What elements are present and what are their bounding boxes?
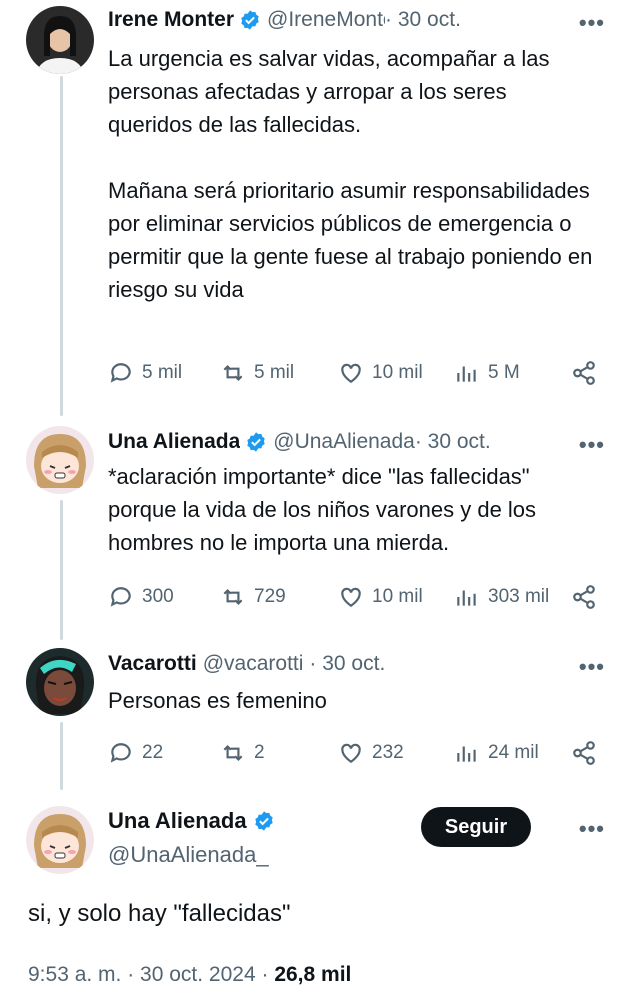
avatar[interactable] bbox=[26, 6, 94, 74]
like-icon bbox=[341, 587, 361, 607]
reply-count: 22 bbox=[142, 742, 164, 763]
retweet-icon bbox=[223, 744, 243, 762]
more-icon[interactable]: ••• bbox=[579, 816, 605, 842]
like-count: 232 bbox=[372, 742, 404, 763]
tweet-vacarotti[interactable]: Vacarotti @vacarotti · 30 oct. ••• Perso… bbox=[0, 642, 623, 782]
reply-button[interactable]: 22 bbox=[108, 740, 163, 766]
retweet-count: 729 bbox=[254, 586, 286, 607]
views-button[interactable]: 24 mil bbox=[454, 740, 539, 766]
like-button[interactable]: 232 bbox=[338, 740, 404, 766]
views-icon bbox=[457, 746, 476, 762]
views-button[interactable]: 303 mil bbox=[454, 584, 549, 610]
tweet-meta: 9:53 a. m. · 30 oct. 2024 · 26,8 mil bbox=[28, 963, 351, 987]
reply-icon bbox=[110, 743, 131, 763]
tweet-views: 26,8 mil bbox=[274, 963, 352, 986]
like-button[interactable]: 10 mil bbox=[338, 360, 423, 386]
tweet-header: Irene Monter @IreneMonter · 30 oct. bbox=[108, 6, 603, 34]
reply-icon bbox=[110, 363, 131, 383]
main-tweet-text: si, y solo hay "fallecidas" bbox=[28, 900, 291, 927]
action-bar: 5 mil 5 mil 10 mil 5 M bbox=[108, 358, 597, 388]
action-bar: 300 729 10 mil 303 mil bbox=[108, 582, 597, 612]
author-handle[interactable]: @UnaAlienada bbox=[273, 430, 415, 454]
tweet-alienada-reply[interactable]: Una Alienada @UnaAlienada · 30 oct. ••• … bbox=[0, 420, 623, 630]
like-icon bbox=[341, 743, 361, 763]
more-icon[interactable]: ••• bbox=[579, 432, 605, 458]
like-count: 10 mil bbox=[372, 362, 423, 383]
views-button[interactable]: 5 M bbox=[454, 360, 520, 386]
avatar[interactable] bbox=[26, 426, 94, 494]
tweet-text: Personas es femenino bbox=[108, 688, 327, 713]
main-author[interactable]: Una Alienada bbox=[108, 808, 275, 834]
tweet-header: Vacarotti @vacarotti · 30 oct. bbox=[108, 650, 603, 678]
tweet-text: La urgencia es salvar vidas, acompañar a… bbox=[108, 46, 593, 302]
author-handle[interactable]: @IreneMonter bbox=[267, 8, 385, 32]
author-name[interactable]: Una Alienada bbox=[108, 430, 240, 454]
main-avatar[interactable] bbox=[26, 806, 94, 874]
retweet-icon bbox=[223, 588, 243, 606]
like-button[interactable]: 10 mil bbox=[338, 584, 423, 610]
share-button[interactable] bbox=[571, 740, 597, 766]
share-button[interactable] bbox=[571, 584, 597, 610]
reply-button[interactable]: 300 bbox=[108, 584, 174, 610]
tweet-timestamp[interactable]: 9:53 a. m. · 30 oct. 2024 · bbox=[28, 963, 274, 986]
verified-badge-icon bbox=[247, 432, 265, 452]
verified-badge-icon bbox=[254, 811, 273, 831]
tweet-irene[interactable]: Irene Monter @IreneMonter · 30 oct. ••• … bbox=[0, 0, 623, 410]
tweet-date[interactable]: · 30 oct. bbox=[415, 430, 491, 454]
views-icon bbox=[457, 366, 476, 382]
tweet-text: *aclaración importante* dice "las fallec… bbox=[108, 464, 543, 555]
views-count: 303 mil bbox=[488, 586, 550, 607]
tweet-date[interactable]: · 30 oct. bbox=[309, 652, 385, 676]
share-icon bbox=[573, 585, 595, 609]
follow-button[interactable]: Seguir bbox=[421, 807, 531, 847]
share-button[interactable] bbox=[571, 360, 597, 386]
retweet-button[interactable]: 2 bbox=[220, 740, 265, 766]
author-name[interactable]: Irene Monter bbox=[108, 8, 234, 32]
avatar[interactable] bbox=[26, 648, 94, 716]
like-count: 10 mil bbox=[372, 586, 423, 607]
tweet-header: Una Alienada @UnaAlienada · 30 oct. bbox=[108, 428, 603, 456]
retweet-button[interactable]: 5 mil bbox=[220, 360, 294, 386]
share-icon bbox=[573, 741, 595, 765]
retweet-icon bbox=[223, 364, 243, 382]
main-author-handle[interactable]: @UnaAlienada_ bbox=[108, 842, 269, 868]
views-count: 5 M bbox=[488, 362, 520, 383]
more-icon[interactable]: ••• bbox=[579, 10, 605, 36]
views-count: 24 mil bbox=[488, 742, 539, 763]
author-handle[interactable]: @vacarotti bbox=[203, 652, 304, 676]
verified-badge-icon bbox=[241, 10, 259, 30]
views-icon bbox=[457, 590, 476, 606]
reply-count: 300 bbox=[142, 586, 174, 607]
reply-icon bbox=[110, 587, 131, 607]
tweet-date[interactable]: · 30 oct. bbox=[385, 8, 461, 32]
share-icon bbox=[573, 361, 595, 385]
action-bar: 22 2 232 24 mil bbox=[108, 738, 597, 768]
retweet-count: 5 mil bbox=[254, 362, 295, 383]
reply-count: 5 mil bbox=[142, 362, 183, 383]
retweet-count: 2 bbox=[254, 742, 265, 763]
author-name[interactable]: Vacarotti bbox=[108, 652, 197, 676]
more-icon[interactable]: ••• bbox=[579, 654, 605, 680]
retweet-button[interactable]: 729 bbox=[220, 584, 286, 610]
like-icon bbox=[341, 363, 361, 383]
main-author-name[interactable]: Una Alienada bbox=[108, 808, 247, 834]
reply-button[interactable]: 5 mil bbox=[108, 360, 182, 386]
